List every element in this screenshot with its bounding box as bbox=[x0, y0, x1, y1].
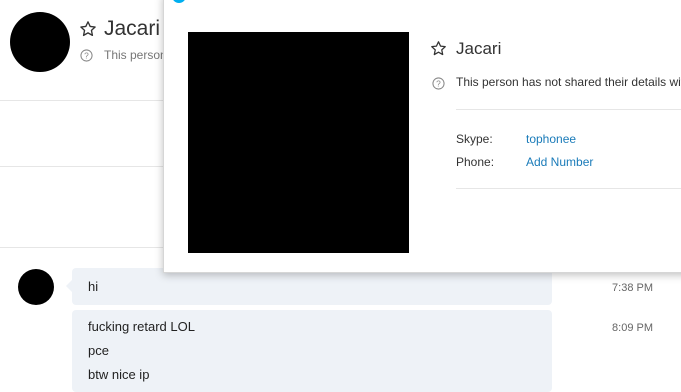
help-icon: ? bbox=[80, 49, 93, 62]
help-icon: ? bbox=[432, 77, 445, 90]
divider bbox=[456, 109, 681, 110]
add-number-link[interactable]: Add Number bbox=[526, 155, 593, 169]
contact-avatar[interactable] bbox=[10, 12, 70, 72]
contact-status: This person bbox=[104, 48, 167, 62]
svg-text:?: ? bbox=[436, 78, 441, 88]
message-text: pce bbox=[88, 343, 109, 358]
svg-text:?: ? bbox=[84, 50, 89, 60]
skype-logo-icon bbox=[172, 0, 186, 3]
message-timestamp: 7:38 PM bbox=[612, 282, 653, 294]
profile-status: This person has not shared their details… bbox=[456, 75, 681, 89]
divider bbox=[456, 188, 681, 189]
message-text: fucking retard LOL bbox=[88, 319, 195, 334]
message-timestamp: 8:09 PM bbox=[612, 322, 653, 334]
skype-label: Skype: bbox=[456, 132, 493, 146]
message-bubble[interactable]: fucking retard LOL pce btw nice ip bbox=[72, 310, 552, 392]
contact-name[interactable]: Jacari bbox=[104, 17, 160, 41]
message-avatar[interactable] bbox=[18, 269, 54, 305]
profile-photo bbox=[188, 32, 409, 253]
profile-name: Jacari bbox=[456, 39, 502, 58]
favorite-star-icon[interactable] bbox=[79, 20, 97, 38]
profile-popup: Jacari ? This person has not shared thei… bbox=[163, 0, 681, 273]
message-bubble[interactable]: hi bbox=[66, 268, 552, 305]
message-text: hi bbox=[88, 279, 99, 294]
favorite-star-icon[interactable] bbox=[430, 40, 447, 57]
phone-label: Phone: bbox=[456, 155, 495, 169]
message-text: btw nice ip bbox=[88, 367, 150, 382]
skype-name-link[interactable]: tophonee bbox=[526, 132, 576, 146]
